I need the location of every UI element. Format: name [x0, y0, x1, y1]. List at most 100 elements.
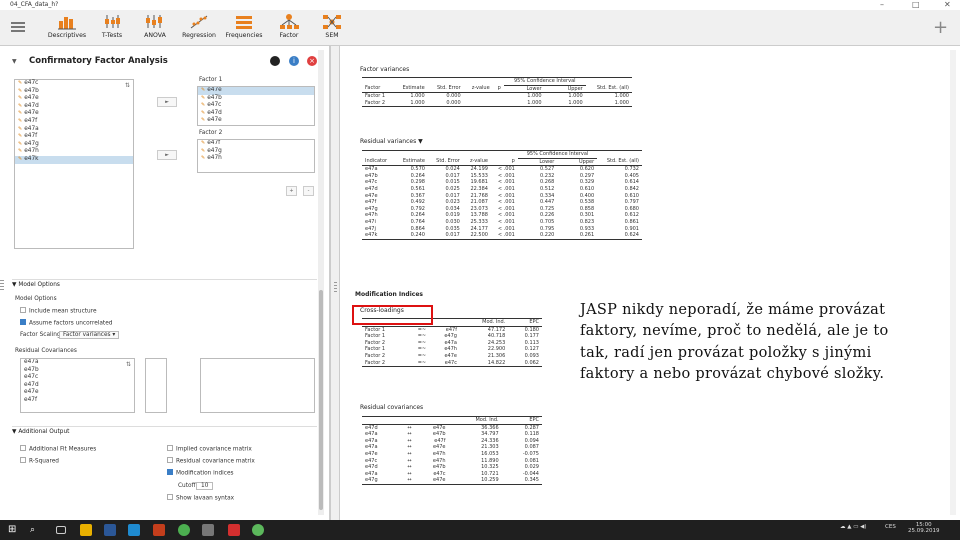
- list-item[interactable]: ✎ e47f: [15, 118, 133, 126]
- clock[interactable]: 15:00 25.09.2019: [908, 522, 940, 534]
- list-item[interactable]: ✎ e47a: [15, 126, 133, 134]
- tray-icons[interactable]: ☁ ▲ ▭ ◀): [840, 524, 867, 530]
- jasp-icon[interactable]: [252, 524, 264, 536]
- checkbox-box[interactable]: [167, 445, 173, 451]
- acrobat-icon[interactable]: [228, 524, 240, 536]
- panel-splitter[interactable]: [330, 46, 340, 520]
- list-item[interactable]: ✎ e47b: [198, 95, 314, 103]
- list-item[interactable]: ✎ e47e: [15, 110, 133, 118]
- variables-list[interactable]: ✎ e47c ✎ e47b ✎ e47e ✎ e47d ✎ e47e ✎ e47f ✎ e47…: [14, 79, 134, 249]
- list-item[interactable]: ✎ e47c: [15, 80, 133, 88]
- fit-measures-checkbox[interactable]: Additional Fit Measures: [20, 445, 96, 453]
- checkbox-box[interactable]: [167, 457, 173, 463]
- sem-button[interactable]: SEM: [306, 12, 358, 44]
- list-item[interactable]: ✎ e47f: [198, 140, 314, 148]
- powerpoint-icon[interactable]: [153, 524, 165, 536]
- scrollbar-thumb[interactable]: [319, 290, 323, 510]
- windows-start-icon[interactable]: ⊞: [8, 524, 20, 536]
- table-cell: ↔: [407, 450, 412, 457]
- list-item[interactable]: ✎ e47h: [198, 155, 314, 163]
- file-explorer-icon[interactable]: [80, 524, 92, 536]
- task-view-icon[interactable]: [56, 526, 66, 534]
- table-cell: 0.030: [445, 218, 460, 225]
- residual-cov-arrows[interactable]: [145, 358, 167, 413]
- list-item[interactable]: e47a: [21, 359, 134, 367]
- cutoff-label: Cutoff: [178, 483, 196, 489]
- info-icon[interactable]: i: [289, 56, 299, 66]
- word-icon[interactable]: [104, 524, 116, 536]
- list-item[interactable]: e47d: [21, 382, 134, 390]
- factor-variances-table: 95% Confidence Interval Factor Estimate Std…: [362, 77, 632, 108]
- lavaan-syntax-checkbox[interactable]: Show lavaan syntax: [167, 494, 234, 502]
- checkbox-box[interactable]: [20, 457, 26, 463]
- residual-cov-matrix-checkbox[interactable]: Residual covariance matrix: [167, 457, 255, 465]
- model-options-header[interactable]: ▼ Model Options: [12, 279, 317, 288]
- add-factor-button[interactable]: +: [286, 186, 297, 196]
- list-item[interactable]: e47f: [21, 397, 134, 405]
- list-item[interactable]: ✎ e47k: [15, 155, 133, 164]
- checkbox-box[interactable]: [167, 469, 173, 475]
- table-cell: 0.614: [624, 179, 639, 186]
- data-splitter-grip-icon[interactable]: [0, 280, 4, 292]
- list-item[interactable]: ✎ e47d: [198, 110, 314, 118]
- table-cell: e47h: [444, 346, 457, 353]
- mod-indices-checkbox[interactable]: Modification indices: [167, 469, 234, 477]
- chrome-icon[interactable]: [178, 524, 190, 536]
- checkbox-box[interactable]: [20, 445, 26, 451]
- collapse-arrow-icon[interactable]: ▼: [12, 58, 17, 65]
- table-cell: e47f: [365, 199, 377, 206]
- checkbox-box[interactable]: [20, 319, 26, 325]
- close-analysis-icon[interactable]: ×: [307, 56, 317, 66]
- factor2-name[interactable]: Factor 2: [199, 130, 222, 136]
- minimize-button[interactable]: –: [880, 0, 884, 9]
- app-icon[interactable]: [202, 524, 214, 536]
- remove-factor-button[interactable]: -: [303, 186, 314, 196]
- search-icon[interactable]: ⌕: [30, 524, 42, 536]
- list-item[interactable]: e47e: [21, 389, 134, 397]
- list-item[interactable]: ✎ e47e: [198, 117, 314, 125]
- list-item[interactable]: e47c: [21, 374, 134, 382]
- output-scrollbar[interactable]: [950, 50, 956, 515]
- factor1-name[interactable]: Factor 1: [199, 77, 222, 83]
- move-to-factor1-button[interactable]: ►: [157, 97, 177, 107]
- mean-structure-checkbox[interactable]: Include mean structure: [20, 307, 97, 315]
- list-item[interactable]: ✎ e47d: [15, 103, 133, 111]
- close-window-button[interactable]: ✕: [944, 0, 951, 9]
- left-scrollbar[interactable]: [318, 50, 324, 515]
- table-cell: 0.797: [624, 199, 639, 206]
- table-cell: < .001: [497, 218, 515, 225]
- menu-icon[interactable]: [11, 22, 25, 32]
- list-item[interactable]: ✎ e47g: [198, 148, 314, 156]
- table-cell: < .001: [497, 212, 515, 219]
- cutoff-input[interactable]: 10: [196, 482, 214, 490]
- residual-cov-pairs[interactable]: [200, 358, 315, 413]
- checkbox-box[interactable]: [167, 494, 173, 500]
- implied-cov-checkbox[interactable]: Implied covariance matrix: [167, 445, 252, 453]
- maximize-button[interactable]: □: [912, 0, 920, 9]
- factor2-list[interactable]: ✎ e47f ✎ e47g ✎ e47h: [197, 139, 315, 173]
- sort-icon[interactable]: ⇅: [126, 361, 131, 368]
- move-to-factor2-button[interactable]: ►: [157, 150, 177, 160]
- list-item[interactable]: ✎ e47e: [198, 87, 314, 95]
- additional-output-header[interactable]: ▼ Additional Output: [12, 426, 317, 435]
- list-item[interactable]: ✎ e47e: [15, 95, 133, 103]
- residual-cov-list[interactable]: e47a e47b e47c e47d e47e e47f ⇅: [20, 358, 135, 413]
- sort-icon[interactable]: ⇅: [125, 82, 130, 89]
- rsquared-checkbox[interactable]: R-Squared: [20, 457, 59, 465]
- add-module-button[interactable]: +: [933, 19, 948, 37]
- factor-scaling-select[interactable]: Factor variances ▾: [59, 331, 120, 339]
- list-item[interactable]: ✎ e47h: [15, 148, 133, 156]
- table-cell: e47h: [365, 212, 378, 219]
- list-item[interactable]: ✎ e47c: [198, 102, 314, 110]
- edit-title-icon[interactable]: [270, 56, 280, 66]
- language-indicator[interactable]: CES: [885, 524, 896, 530]
- list-item[interactable]: ✎ e47b: [15, 88, 133, 96]
- table-cell: 24.253: [487, 339, 506, 346]
- list-item[interactable]: e47b: [21, 367, 134, 375]
- uncorrelated-checkbox[interactable]: Assume factors uncorrelated: [20, 319, 112, 327]
- checkbox-box[interactable]: [20, 307, 26, 313]
- outlook-icon[interactable]: [128, 524, 140, 536]
- list-item[interactable]: ✎ e47f: [15, 133, 133, 141]
- list-item[interactable]: ✎ e47g: [15, 141, 133, 149]
- factor1-list[interactable]: ✎ e47e ✎ e47b ✎ e47c ✎ e47d ✎ e47e: [197, 86, 315, 126]
